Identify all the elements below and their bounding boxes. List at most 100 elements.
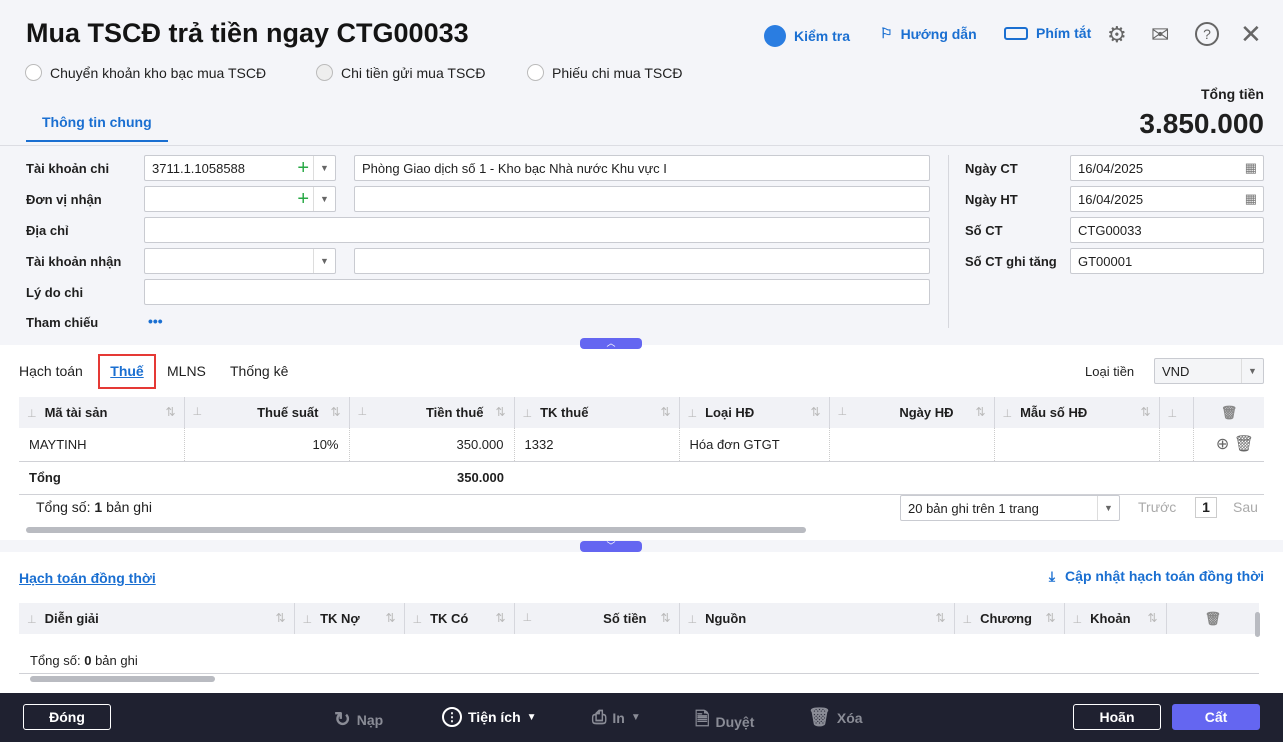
radio[interactable] xyxy=(527,64,544,81)
update-concurrent-button[interactable]: ⤓ Cập nhật hạch toán đồng thời xyxy=(1049,568,1264,585)
col-khoan[interactable]: ⊥ Khoản ⇅ xyxy=(1064,603,1167,634)
sort-icon[interactable]: ⇅ xyxy=(660,405,670,419)
chevron-down-icon[interactable]: ▼ xyxy=(313,156,335,180)
guide-button[interactable]: ⚐ Hướng dẫn xyxy=(880,25,977,42)
pin-icon[interactable]: ⊥ xyxy=(688,408,698,420)
date-ct-field[interactable]: 16/04/2025 ▦ xyxy=(1070,155,1264,181)
sort-icon[interactable]: ⇅ xyxy=(165,405,175,419)
pin-icon[interactable]: ⊥ xyxy=(1003,408,1013,420)
calendar-icon[interactable]: ▦ xyxy=(1245,160,1257,176)
utilities-button[interactable]: ⋮ Tiện ích ▼ xyxy=(442,707,537,727)
reload-button[interactable]: ↻ Nạp xyxy=(334,707,383,732)
next-page-button[interactable]: Sau xyxy=(1233,499,1258,515)
print-button[interactable]: ⎙ In ▼ xyxy=(592,707,641,728)
sort-icon[interactable]: ⇅ xyxy=(1140,405,1150,419)
address-field[interactable] xyxy=(144,217,930,243)
col-chuong[interactable]: ⊥ Chương ⇅ xyxy=(954,603,1065,634)
cell-mau-so-hd[interactable] xyxy=(994,428,1160,462)
chevron-down-icon[interactable]: ▼ xyxy=(1241,359,1263,383)
collapse-down-button[interactable]: ﹀ xyxy=(580,541,642,552)
col-so-tien[interactable]: ⊥ Số tiền ⇅ xyxy=(514,603,680,634)
add-row-icon[interactable]: ⊕ xyxy=(1216,436,1229,453)
cell-tien-thue[interactable]: 350.000 xyxy=(349,428,515,462)
so-ct-field[interactable]: CTG00033 xyxy=(1070,217,1264,243)
so-ct-gt-field[interactable]: GT00001 xyxy=(1070,248,1264,274)
account-select[interactable]: 3711.1.1058588 + ▼ xyxy=(144,155,336,181)
pin-icon[interactable]: ⊥ xyxy=(193,405,203,418)
col-dien-giai[interactable]: ⊥ Diễn giải ⇅ xyxy=(19,603,295,634)
col-tk-thue[interactable]: ⊥ TK thuế ⇅ xyxy=(514,397,680,428)
recv-account-name-field[interactable] xyxy=(354,248,930,274)
chevron-down-icon[interactable]: ▼ xyxy=(313,249,335,273)
option-deposit[interactable]: Chi tiền gửi mua TSCĐ xyxy=(316,64,486,81)
tab-thong-ke[interactable]: Thống kê xyxy=(230,363,288,379)
col-mau-so-hd[interactable]: ⊥ Mẫu số HĐ ⇅ xyxy=(994,397,1160,428)
pin-icon[interactable]: ⊥ xyxy=(838,405,848,418)
check-button[interactable]: Kiểm tra xyxy=(764,25,850,47)
col-thue-suat[interactable]: ⊥ Thuế suất ⇅ xyxy=(184,397,350,428)
close-button[interactable]: Đóng xyxy=(23,704,111,730)
tab-mlns[interactable]: MLNS xyxy=(167,363,206,379)
currency-select[interactable]: VND ▼ xyxy=(1154,358,1264,384)
receiver-name-field[interactable] xyxy=(354,186,930,212)
sort-icon[interactable]: ⇅ xyxy=(975,405,985,419)
delete-all-icon[interactable]: 🗑 xyxy=(1193,397,1264,428)
tab-general[interactable]: Thông tin chung xyxy=(26,104,168,142)
col-loai-hd[interactable]: ⊥ Loại HĐ ⇅ xyxy=(679,397,830,428)
col-tien-thue[interactable]: ⊥ Tiền thuế ⇅ xyxy=(349,397,515,428)
table-row[interactable]: MAYTINH 10% 350.000 1332 Hóa đơn GTGT ⊕ … xyxy=(19,428,1264,462)
account-name-field[interactable]: Phòng Giao dịch số 1 - Kho bạc Nhà nước … xyxy=(354,155,930,181)
option-transfer[interactable]: Chuyển khoản kho bạc mua TSCĐ xyxy=(25,64,266,81)
page-size-select[interactable]: 20 bản ghi trên 1 trang ▼ xyxy=(900,495,1120,521)
plus-icon[interactable]: + xyxy=(297,157,309,179)
col-nguon[interactable]: ⊥ Nguồn ⇅ xyxy=(679,603,955,634)
horizontal-scrollbar[interactable] xyxy=(26,527,806,533)
save-button[interactable]: Cất xyxy=(1172,704,1260,730)
delete-all-icon[interactable]: 🗑 xyxy=(1166,603,1259,634)
horizontal-scrollbar[interactable] xyxy=(30,676,215,682)
mail-forward-icon[interactable]: ✉ xyxy=(1151,22,1169,48)
col-ngay-hd[interactable]: ⊥ Ngày HĐ ⇅ xyxy=(829,397,995,428)
tab-thue[interactable]: Thuế xyxy=(98,354,156,389)
chevron-down-icon[interactable]: ▼ xyxy=(1097,496,1119,520)
radio[interactable] xyxy=(25,64,42,81)
recv-account-select[interactable]: ▼ xyxy=(144,248,336,274)
pin-icon[interactable]: ⊥ xyxy=(523,408,533,420)
tab-hach-toan[interactable]: Hạch toán xyxy=(19,363,83,379)
close-icon[interactable]: ✕ xyxy=(1240,19,1262,50)
pin-icon[interactable]: ⊥ xyxy=(1168,408,1178,420)
sort-icon[interactable]: ⇅ xyxy=(495,405,505,419)
concurrent-title[interactable]: Hạch toán đồng thời xyxy=(19,570,156,586)
prev-page-button[interactable]: Trước xyxy=(1138,499,1176,515)
cell-ngay-hd[interactable] xyxy=(829,428,995,462)
pin-icon[interactable]: ⊥ xyxy=(358,405,368,418)
delete-button[interactable]: 🗑 Xóa xyxy=(808,707,863,728)
cell-loai-hd[interactable]: Hóa đơn GTGT xyxy=(679,428,830,462)
trash-icon[interactable]: 🗑 xyxy=(1234,436,1254,453)
col-ma-tai-san[interactable]: ⊥ Mã tài sản ⇅ xyxy=(19,397,185,428)
shortcuts-button[interactable]: Phím tắt xyxy=(1004,25,1091,41)
sort-icon[interactable]: ⇅ xyxy=(810,405,820,419)
page-number[interactable]: 1 xyxy=(1195,497,1217,518)
cancel-button[interactable]: Hoãn xyxy=(1073,704,1161,730)
calendar-icon[interactable]: ▦ xyxy=(1245,191,1257,207)
date-ht-field[interactable]: 16/04/2025 ▦ xyxy=(1070,186,1264,212)
plus-icon[interactable]: + xyxy=(297,188,309,210)
radio[interactable] xyxy=(316,64,333,81)
sort-icon[interactable]: ⇅ xyxy=(330,405,340,419)
cell-ma-tai-san[interactable]: MAYTINH xyxy=(19,428,185,462)
col-tk-no[interactable]: ⊥ TK Nợ ⇅ xyxy=(294,603,405,634)
approve-button[interactable]: 🗎 Duyệt xyxy=(695,707,754,737)
option-cash[interactable]: Phiếu chi mua TSCĐ xyxy=(527,64,682,81)
help-icon[interactable]: ? xyxy=(1195,22,1219,46)
vertical-scrollbar[interactable] xyxy=(1255,612,1260,637)
pin-icon[interactable]: ⊥ xyxy=(27,408,37,420)
reason-field[interactable] xyxy=(144,279,930,305)
receiver-select[interactable]: + ▼ xyxy=(144,186,336,212)
chevron-down-icon[interactable]: ▼ xyxy=(313,187,335,211)
ref-more-button[interactable]: ••• xyxy=(148,313,163,329)
cell-tk-thue[interactable]: 1332 xyxy=(514,428,680,462)
gear-icon[interactable]: ⚙ xyxy=(1107,22,1127,48)
collapse-up-button[interactable]: ︿ xyxy=(580,338,642,349)
cell-thue-suat[interactable]: 10% xyxy=(184,428,350,462)
